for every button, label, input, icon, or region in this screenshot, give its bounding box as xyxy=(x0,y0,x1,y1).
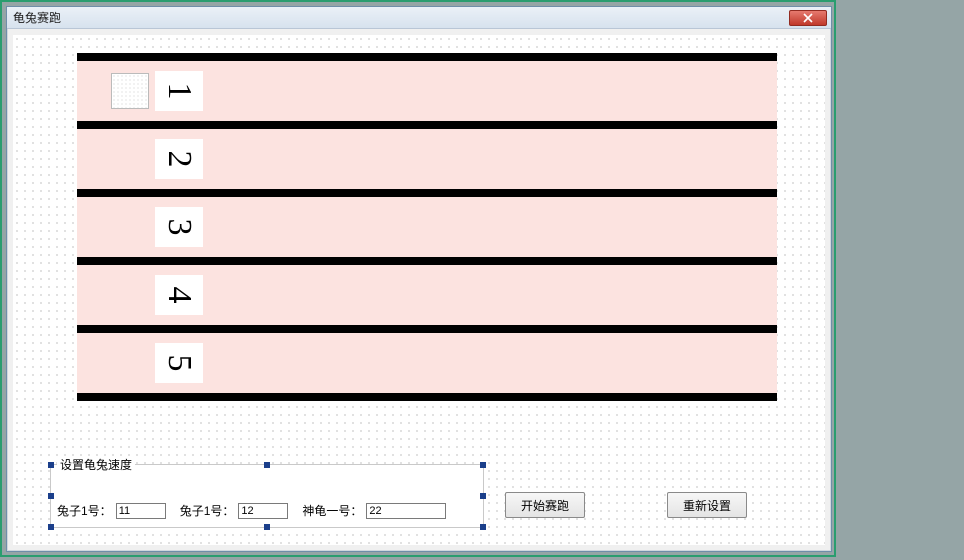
track-divider xyxy=(77,121,777,129)
selection-handle[interactable] xyxy=(480,462,486,468)
rabbit1-input[interactable] xyxy=(116,503,166,519)
track-divider xyxy=(77,189,777,197)
lane-number: 1 xyxy=(155,71,203,111)
selection-handle[interactable] xyxy=(48,462,54,468)
turtle1-input[interactable] xyxy=(366,503,446,519)
speed-groupbox: 设置龟兔速度 兔子1号： 兔子1号： 神龟一号： xyxy=(51,465,483,527)
track-divider xyxy=(77,53,777,61)
lane-number: 2 xyxy=(155,139,203,179)
designer-surface[interactable]: 1 2 3 4 5 设置龟兔速度 兔子1号： 兔子1号： 神龟一号： 开始赛跑 重新设置 xyxy=(13,35,825,545)
selection-handle[interactable] xyxy=(48,524,54,530)
lane-3: 3 xyxy=(77,197,777,257)
start-race-button[interactable]: 开始赛跑 xyxy=(505,492,585,518)
close-button[interactable] xyxy=(789,10,827,26)
track-divider xyxy=(77,257,777,265)
race-track: 1 2 3 4 5 xyxy=(77,53,777,401)
groupbox-fields: 兔子1号： 兔子1号： 神龟一号： xyxy=(57,502,477,519)
lane-2: 2 xyxy=(77,129,777,189)
designer-frame: 龟兔赛跑 1 2 3 4 5 设置龟兔速度 兔子1号： 兔子1号： 神龟一号： xyxy=(0,0,836,557)
track-divider xyxy=(77,393,777,401)
start-race-label: 开始赛跑 xyxy=(521,497,569,514)
rabbit2-input[interactable] xyxy=(238,503,288,519)
lane-number: 3 xyxy=(155,207,203,247)
selection-handle[interactable] xyxy=(264,462,270,468)
lane-number: 5 xyxy=(155,343,203,383)
reset-label: 重新设置 xyxy=(683,497,731,514)
selection-handle[interactable] xyxy=(48,493,54,499)
selection-handle[interactable] xyxy=(480,493,486,499)
window-title: 龟兔赛跑 xyxy=(13,9,61,26)
track-divider xyxy=(77,325,777,333)
lane-5: 5 xyxy=(77,333,777,393)
turtle1-label: 神龟一号： xyxy=(302,502,362,519)
racer-sprite[interactable] xyxy=(111,73,149,109)
rabbit1-label: 兔子1号： xyxy=(57,502,112,519)
close-icon xyxy=(803,13,813,23)
titlebar: 龟兔赛跑 xyxy=(7,7,831,29)
lane-1: 1 xyxy=(77,61,777,121)
lane-4: 4 xyxy=(77,265,777,325)
lane-number: 4 xyxy=(155,275,203,315)
rabbit2-label: 兔子1号： xyxy=(180,502,235,519)
groupbox-title: 设置龟兔速度 xyxy=(57,456,135,473)
reset-button[interactable]: 重新设置 xyxy=(667,492,747,518)
selection-handle[interactable] xyxy=(480,524,486,530)
app-window: 龟兔赛跑 1 2 3 4 5 设置龟兔速度 兔子1号： 兔子1号： 神龟一号： xyxy=(6,6,832,552)
selection-handle[interactable] xyxy=(264,524,270,530)
